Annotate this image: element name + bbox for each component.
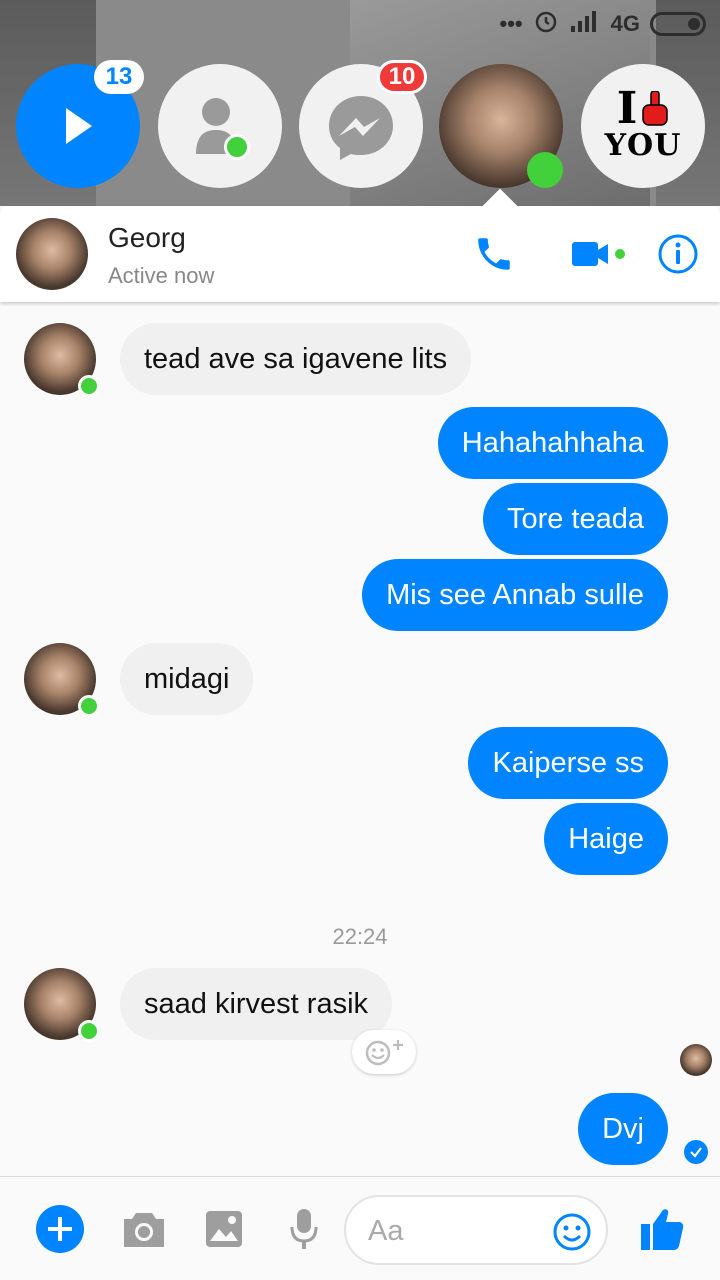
message-bubble-outgoing[interactable]: Mis see Annab sulle <box>362 559 668 631</box>
signal-icon <box>569 10 601 38</box>
online-indicator <box>78 375 100 397</box>
chat-head-georg[interactable] <box>439 64 563 188</box>
more-actions-button[interactable] <box>36 1205 84 1253</box>
chat-head-sticker[interactable]: I YOU <box>581 64 705 188</box>
dots-icon: ••• <box>499 11 523 36</box>
camera-button[interactable] <box>120 1205 168 1253</box>
thumbs-up-icon <box>641 1209 684 1250</box>
avatar[interactable] <box>16 218 88 290</box>
play-icon <box>66 108 92 144</box>
plus-icon <box>36 1205 84 1253</box>
message-input[interactable] <box>368 1209 548 1253</box>
alarm-icon <box>533 8 559 40</box>
emoji-button[interactable] <box>552 1212 592 1252</box>
sticker-top-row: I <box>616 83 670 134</box>
microphone-icon <box>290 1209 318 1249</box>
message-input-container[interactable] <box>344 1195 608 1265</box>
network-label: 4G <box>610 11 640 36</box>
sticker-text: YOU <box>604 128 682 163</box>
message-bubble-outgoing[interactable]: Kaiperse ss <box>468 727 668 799</box>
video-call-button[interactable] <box>570 230 630 278</box>
sender-avatar[interactable] <box>24 968 100 1042</box>
status-bar: ••• 4G <box>500 8 706 40</box>
info-icon <box>658 234 698 274</box>
active-status: Active now <box>108 263 215 288</box>
message-timestamp: 22:24 <box>332 924 388 949</box>
image-icon <box>206 1211 242 1247</box>
battery-icon <box>650 12 706 36</box>
chat-head-contacts[interactable] <box>158 64 282 188</box>
phone-icon <box>478 238 510 270</box>
unread-badge: 13 <box>94 60 144 94</box>
seen-avatar <box>680 1044 712 1076</box>
online-indicator <box>224 134 250 160</box>
voice-record-button[interactable] <box>280 1205 328 1253</box>
smiley-icon <box>553 1213 591 1251</box>
message-composer <box>0 1176 720 1280</box>
unread-badge: 10 <box>377 60 427 94</box>
message-bubble-outgoing[interactable]: Tore teada <box>482 483 668 555</box>
sender-avatar[interactable] <box>24 643 100 717</box>
camera-icon <box>124 1213 164 1247</box>
hand-icon <box>642 91 669 126</box>
video-camera-icon <box>572 242 625 266</box>
chat-head-main[interactable]: 13 <box>16 60 144 188</box>
contact-name[interactable]: Georg <box>108 222 186 254</box>
online-indicator <box>78 1020 100 1042</box>
add-reaction-button[interactable] <box>352 1030 416 1074</box>
chat-head-messenger[interactable]: 10 <box>299 60 427 188</box>
message-bubble-incoming[interactable]: midagi <box>120 643 254 715</box>
smiley-plus-icon <box>365 1040 403 1066</box>
chat-heads-bar: ••• 4G 13 10 I YOU <box>0 0 720 206</box>
conversation-header: Georg Active now <box>0 206 720 302</box>
delivered-check-icon <box>684 1140 708 1164</box>
online-indicator <box>78 695 100 717</box>
message-bubble-outgoing[interactable]: Dvj <box>578 1093 668 1165</box>
voice-call-button[interactable] <box>470 230 518 278</box>
sticker-letter: I <box>616 83 638 134</box>
sender-avatar[interactable] <box>24 323 100 397</box>
message-bubble-outgoing[interactable]: Haige <box>544 803 668 875</box>
like-button[interactable] <box>638 1205 686 1253</box>
gallery-button[interactable] <box>200 1205 248 1253</box>
message-bubble-outgoing[interactable]: Hahahahhaha <box>437 407 668 479</box>
info-button[interactable] <box>654 230 702 278</box>
online-indicator <box>527 152 563 188</box>
message-bubble-incoming[interactable]: saad kirvest rasik <box>120 968 393 1040</box>
messenger-icon <box>329 96 393 160</box>
message-bubble-incoming[interactable]: tead ave sa igavene lits <box>120 323 472 395</box>
